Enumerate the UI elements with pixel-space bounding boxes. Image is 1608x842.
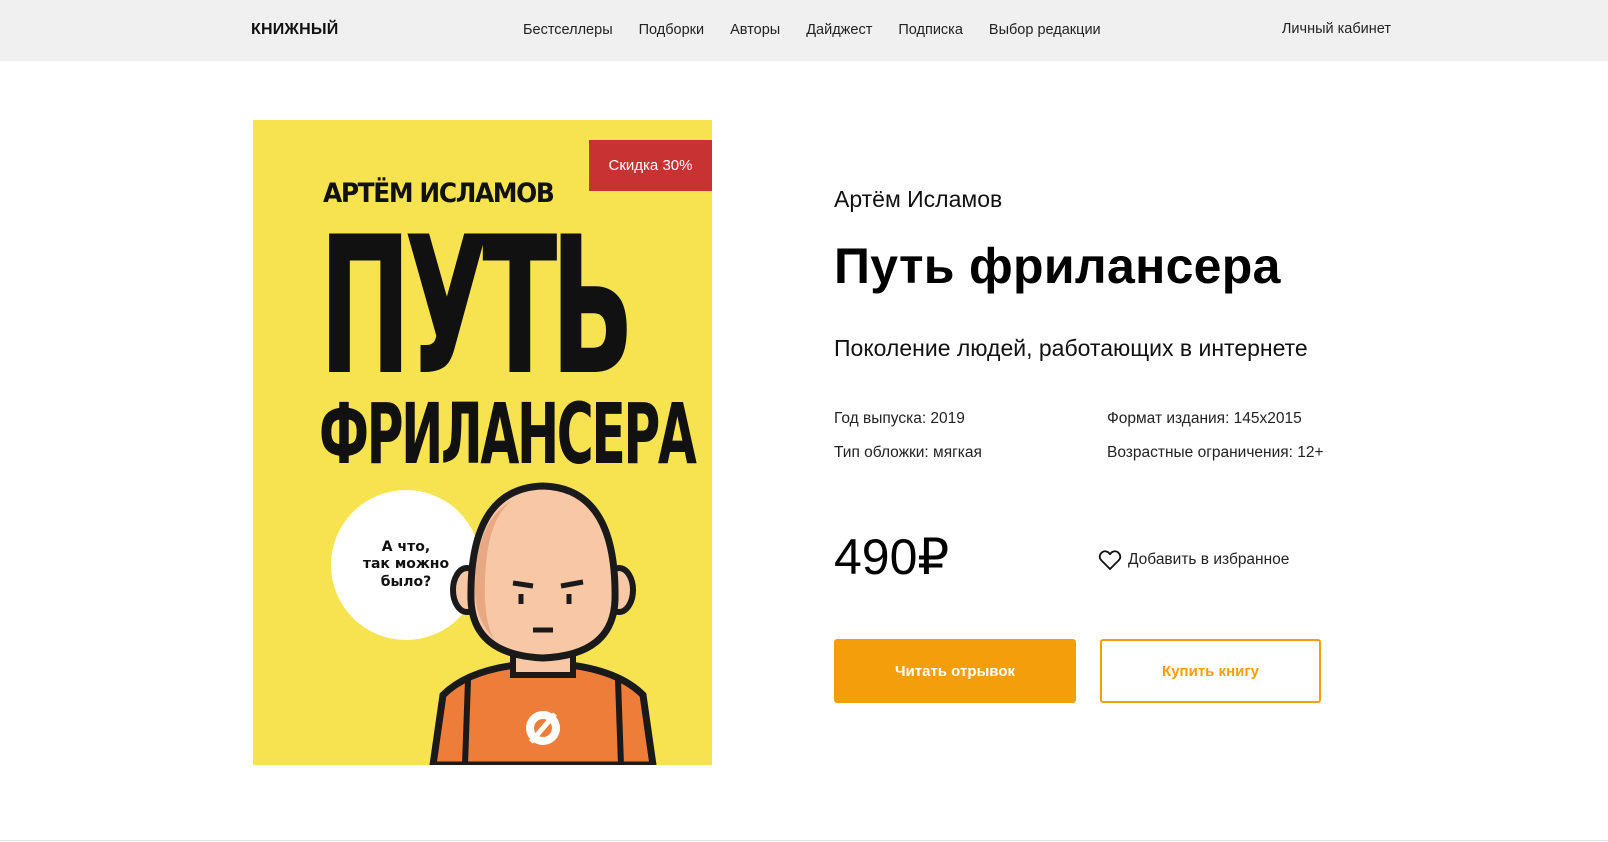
read-excerpt-button[interactable]: Читать отрывок	[834, 639, 1076, 703]
cover-title-line1: ПУТЬ	[319, 196, 634, 417]
footer-divider	[0, 840, 1608, 841]
site-logo[interactable]: КНИЖНЫЙ	[251, 21, 338, 39]
main-nav: Бестселлеры Подборки Авторы Дайджест Под…	[523, 22, 1127, 38]
nav-digest[interactable]: Дайджест	[806, 22, 872, 38]
nav-authors[interactable]: Авторы	[730, 22, 780, 38]
buy-book-button[interactable]: Купить книгу	[1100, 639, 1321, 703]
nav-collections[interactable]: Подборки	[639, 22, 705, 38]
cover-title-line2: ФРИЛАНСЕРА	[319, 385, 697, 483]
book-subtitle: Поколение людей, работающих в интернете	[834, 335, 1308, 361]
book-author[interactable]: Артём Исламов	[834, 186, 1002, 213]
nav-editors-choice[interactable]: Выбор редакции	[989, 22, 1101, 38]
meta-cover-type: Тип обложки: мягкая	[834, 444, 982, 461]
favorites-label: Добавить в избранное	[1128, 551, 1290, 568]
book-cover: Скидка 30% АРТЁМ ИСЛАМОВ ПУТЬ ФРИЛАНСЕРА…	[253, 120, 712, 765]
book-price: 490₽	[834, 529, 950, 585]
nav-bestsellers[interactable]: Бестселлеры	[523, 22, 613, 38]
cover-illustration	[429, 482, 657, 765]
add-to-favorites[interactable]: Добавить в избранное	[1098, 549, 1289, 571]
book-title: Путь фрилансера	[834, 238, 1281, 294]
meta-year: Год выпуска: 2019	[834, 410, 965, 427]
meta-age-rating: Возрастные ограничения: 12+	[1107, 444, 1324, 461]
account-link[interactable]: Личный кабинет	[1282, 21, 1391, 37]
heart-icon	[1098, 550, 1122, 570]
site-header: КНИЖНЫЙ Бестселлеры Подборки Авторы Дайд…	[0, 0, 1608, 61]
nav-subscription[interactable]: Подписка	[898, 22, 963, 38]
meta-format: Формат издания: 145x2015	[1107, 410, 1302, 427]
discount-badge: Скидка 30%	[589, 140, 712, 191]
